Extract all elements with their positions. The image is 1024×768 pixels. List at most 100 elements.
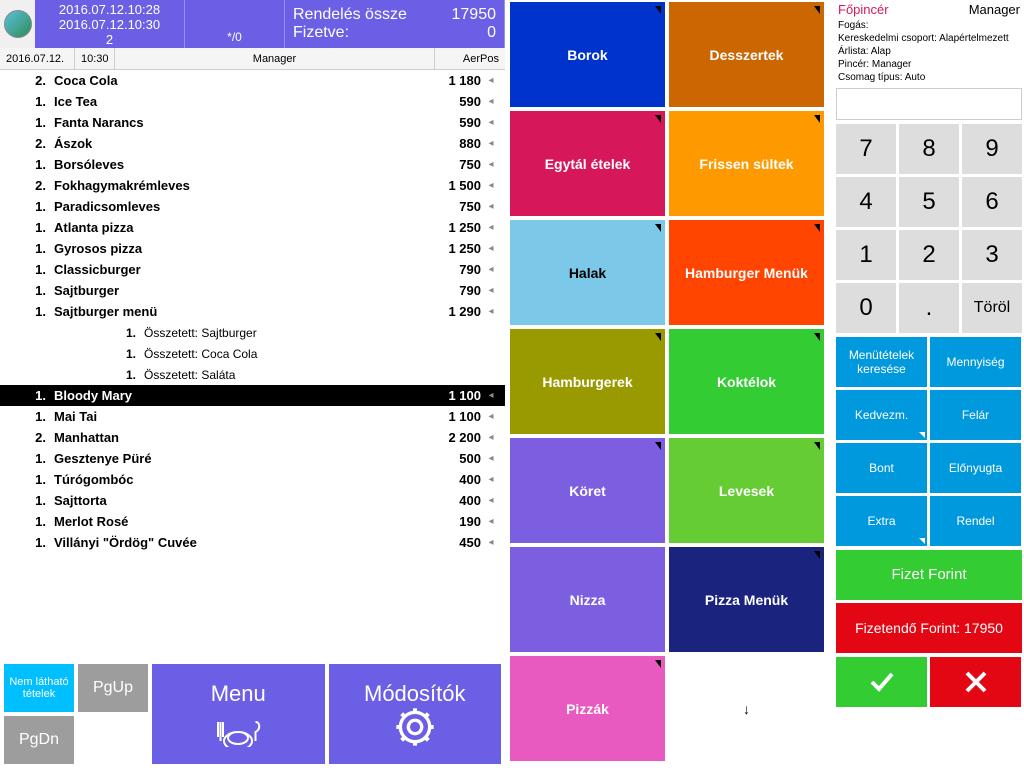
action-button[interactable]: Rendel <box>930 496 1021 546</box>
numpad-0[interactable]: 0 <box>836 283 896 333</box>
order-price: 1 290 <box>421 304 481 319</box>
category-button[interactable]: Koktélok <box>669 329 824 434</box>
confirm-button[interactable] <box>836 657 927 707</box>
order-row[interactable]: 1.Mai Tai1 100◂ <box>0 406 505 427</box>
order-name: Paradicsomleves <box>54 199 421 214</box>
order-price: 400 <box>421 472 481 487</box>
order-row[interactable]: 1.Paradicsomleves750◂ <box>0 196 505 217</box>
category-button[interactable]: ↓ <box>669 656 824 761</box>
order-row[interactable]: 1.Fanta Narancs590◂ <box>0 112 505 133</box>
order-arrow-icon: ◂ <box>481 117 501 128</box>
numpad-1[interactable]: 1 <box>836 230 896 280</box>
action-label: Felár <box>962 408 989 422</box>
category-button[interactable]: Levesek <box>669 438 824 543</box>
order-price: 790 <box>421 283 481 298</box>
action-button[interactable]: Előnyugta <box>930 443 1021 493</box>
category-button[interactable]: Desszertek <box>669 2 824 107</box>
numpad-6[interactable]: 6 <box>962 177 1022 227</box>
menu-button[interactable]: Menu <box>152 664 325 764</box>
info-bar: 2016.07.12. 10:30 Manager AerPos <box>0 48 505 70</box>
category-button[interactable]: Hamburger Menük <box>669 220 824 325</box>
numpad-7[interactable]: 7 <box>836 124 896 174</box>
numpad-5[interactable]: 5 <box>899 177 959 227</box>
plate-icon <box>213 707 263 747</box>
submenu-indicator-icon <box>655 6 661 14</box>
category-label: Koktélok <box>717 374 776 390</box>
pgup-button[interactable]: PgUp <box>78 664 148 712</box>
order-row[interactable]: 1.Sajttorta400◂ <box>0 490 505 511</box>
category-button[interactable]: Pizzák <box>510 656 665 761</box>
order-row[interactable]: 1.Összetett: Saláta <box>0 364 505 385</box>
category-label: Pizza Menük <box>705 592 788 608</box>
action-button[interactable]: Kedvezm. <box>836 390 927 440</box>
category-button[interactable]: Frissen sültek <box>669 111 824 216</box>
action-button[interactable]: Mennyiség <box>930 337 1021 387</box>
order-row[interactable]: 1.Bloody Mary1 100◂ <box>0 385 505 406</box>
category-label: Köret <box>569 483 606 499</box>
numpad-.[interactable]: . <box>899 283 959 333</box>
order-row[interactable]: 1.Classicburger790◂ <box>0 259 505 280</box>
order-row[interactable]: 1.Villányi "Ördög" Cuvée450◂ <box>0 532 505 553</box>
info-date: 2016.07.12. <box>0 48 75 69</box>
submenu-indicator-icon <box>814 551 820 559</box>
category-button[interactable]: Halak <box>510 220 665 325</box>
order-row[interactable]: 1.Sajtburger790◂ <box>0 280 505 301</box>
order-name: Túrógombóc <box>54 472 421 487</box>
order-name: Classicburger <box>54 262 421 277</box>
category-button[interactable]: Borok <box>510 2 665 107</box>
order-qty: 1. <box>4 514 54 529</box>
due-button[interactable]: Fizetendő Forint: 17950 <box>836 603 1022 653</box>
category-label: ↓ <box>743 701 750 717</box>
numpad-3[interactable]: 3 <box>962 230 1022 280</box>
order-qty: 1. <box>4 493 54 508</box>
action-button[interactable]: Menütételek keresése <box>836 337 927 387</box>
category-button[interactable]: Köret <box>510 438 665 543</box>
numpad-delete[interactable]: Töröl <box>962 283 1022 333</box>
order-qty: 1. <box>4 472 54 487</box>
pgdn-button[interactable]: PgDn <box>4 716 74 764</box>
order-row[interactable]: 2.Ászok880◂ <box>0 133 505 154</box>
category-button[interactable]: Pizza Menük <box>669 547 824 652</box>
action-grid: Menütételek kereséseMennyiségKedvezm. Fel… <box>834 335 1024 548</box>
action-button[interactable]: Extra <box>836 496 927 546</box>
numpad-4[interactable]: 4 <box>836 177 896 227</box>
numpad-8[interactable]: 8 <box>899 124 959 174</box>
numpad-2[interactable]: 2 <box>899 230 959 280</box>
category-label: Halak <box>569 265 606 281</box>
order-row[interactable]: 1.Merlot Rosé190◂ <box>0 511 505 532</box>
order-row[interactable]: 1.Összetett: Sajtburger <box>0 322 505 343</box>
category-button[interactable]: Hamburgerek <box>510 329 665 434</box>
order-row[interactable]: 2.Manhattan2 200◂ <box>0 427 505 448</box>
info-system: AerPos <box>435 48 505 69</box>
order-arrow-icon: ◂ <box>481 411 501 422</box>
app-logo <box>0 0 35 48</box>
order-name: Fanta Narancs <box>54 115 421 130</box>
order-row[interactable]: 1.Ice Tea590◂ <box>0 91 505 112</box>
order-row[interactable]: 1.Gesztenye Püré500◂ <box>0 448 505 469</box>
order-row[interactable]: 1.Túrógombóc400◂ <box>0 469 505 490</box>
action-button[interactable]: Felár <box>930 390 1021 440</box>
order-row[interactable]: 1.Atlanta pizza1 250◂ <box>0 217 505 238</box>
category-button[interactable]: Nizza <box>510 547 665 652</box>
order-row[interactable]: 1.Gyrosos pizza1 250◂ <box>0 238 505 259</box>
order-row[interactable]: 1.Borsóleves750◂ <box>0 154 505 175</box>
action-label: Bont <box>869 461 894 475</box>
order-arrow-icon: ◂ <box>481 390 501 401</box>
action-button[interactable]: Bont <box>836 443 927 493</box>
category-button[interactable]: Egytál ételek <box>510 111 665 216</box>
hidden-items-button[interactable]: Nem látható tételek <box>4 664 74 712</box>
cancel-button[interactable] <box>930 657 1021 707</box>
order-row[interactable]: 1.Összetett: Coca Cola <box>0 343 505 364</box>
order-row[interactable]: 1.Sajtburger menü1 290◂ <box>0 301 505 322</box>
order-list[interactable]: 2.Coca Cola1 180◂1.Ice Tea590◂1.Fanta Na… <box>0 70 505 630</box>
numpad-9[interactable]: 9 <box>962 124 1022 174</box>
order-arrow-icon: ◂ <box>481 138 501 149</box>
order-row[interactable]: 2.Coca Cola1 180◂ <box>0 70 505 91</box>
order-row[interactable]: 2.Fokhagymakrémleves1 500◂ <box>0 175 505 196</box>
order-qty: 2. <box>4 136 54 151</box>
order-name: Borsóleves <box>54 157 421 172</box>
pay-button[interactable]: Fizet Forint <box>836 550 1022 600</box>
modifiers-button[interactable]: Módosítók <box>329 664 502 764</box>
numpad-input[interactable] <box>836 88 1022 120</box>
order-name: Összetett: Coca Cola <box>144 347 421 361</box>
